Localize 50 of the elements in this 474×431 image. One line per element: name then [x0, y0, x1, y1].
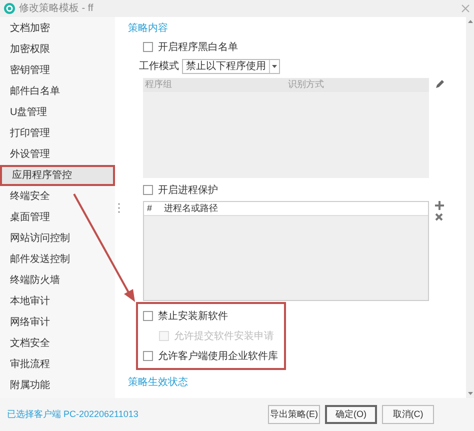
scrollbar[interactable]: [466, 17, 474, 398]
column-header: 程序组: [144, 78, 173, 92]
checkbox-label: 开启程序黑白名单: [158, 40, 238, 54]
section-title: 策略内容: [128, 22, 169, 36]
selected-client-text: 已选择客户端 PC-202206211013: [7, 408, 140, 421]
work-mode-label: 工作模式: [139, 60, 179, 74]
sidebar-item[interactable]: 加密权限: [0, 39, 115, 60]
delete-icon[interactable]: [435, 213, 443, 221]
sidebar-item[interactable]: 桌面管理: [0, 207, 115, 228]
dialog-button[interactable]: 取消(C): [382, 405, 434, 424]
scroll-up-icon[interactable]: [468, 20, 472, 23]
checkbox-label: 禁止安装新软件: [158, 310, 228, 324]
pencil-icon[interactable]: [435, 80, 444, 89]
sidebar-item[interactable]: 网站访问控制: [0, 228, 115, 249]
section-title: 策略生效状态: [128, 376, 189, 390]
sidebar-item[interactable]: 邮件白名单: [0, 81, 115, 102]
sidebar-item[interactable]: 文档加密: [0, 18, 115, 39]
sidebar-item[interactable]: 文档安全: [0, 333, 115, 354]
sidebar-item[interactable]: 打印管理: [0, 123, 115, 144]
splitter-handle-icon[interactable]: [118, 202, 120, 212]
scroll-down-icon[interactable]: [468, 392, 472, 395]
sidebar-item[interactable]: 密钥管理: [0, 60, 115, 81]
sidebar-item[interactable]: 终端安全: [0, 186, 115, 207]
dialog-button[interactable]: 确定(O): [325, 405, 377, 424]
dialog-button[interactable]: 导出策略(E): [268, 405, 320, 424]
close-icon[interactable]: [461, 4, 470, 13]
work-mode-dropdown[interactable]: 禁止以下程序使用: [182, 58, 280, 74]
sidebar-item[interactable]: 终端防火墙: [0, 270, 115, 291]
add-icon[interactable]: [435, 201, 444, 210]
checkbox-label: 允许提交软件安装申请: [174, 330, 274, 344]
column-header: #: [146, 202, 154, 215]
checkbox[interactable]: [143, 311, 153, 321]
sidebar-item[interactable]: U盘管理: [0, 102, 115, 123]
checkbox[interactable]: [143, 351, 153, 361]
checkbox-label: 开启进程保护: [158, 184, 218, 198]
sidebar-item[interactable]: 审批流程: [0, 354, 115, 375]
sidebar-item[interactable]: 外设管理: [0, 144, 115, 165]
window-title: 修改策略模板 - ff: [19, 2, 94, 16]
caret-down-icon: [272, 64, 277, 68]
sidebar-item[interactable]: 网络审计: [0, 312, 115, 333]
checkbox[interactable]: [143, 185, 153, 195]
sidebar-item[interactable]: 附属功能: [0, 375, 115, 396]
app-logo-icon: [4, 3, 15, 14]
column-header: 识别方式: [287, 78, 325, 92]
sidebar-item[interactable]: 应用程序管控: [0, 165, 115, 186]
sidebar-item[interactable]: 邮件发送控制: [0, 249, 115, 270]
column-header: 进程名或路径: [163, 202, 218, 215]
sidebar-item[interactable]: 本地审计: [0, 291, 115, 312]
checkbox[interactable]: [143, 42, 153, 52]
checkbox-label: 允许客户端使用企业软件库: [158, 350, 278, 364]
